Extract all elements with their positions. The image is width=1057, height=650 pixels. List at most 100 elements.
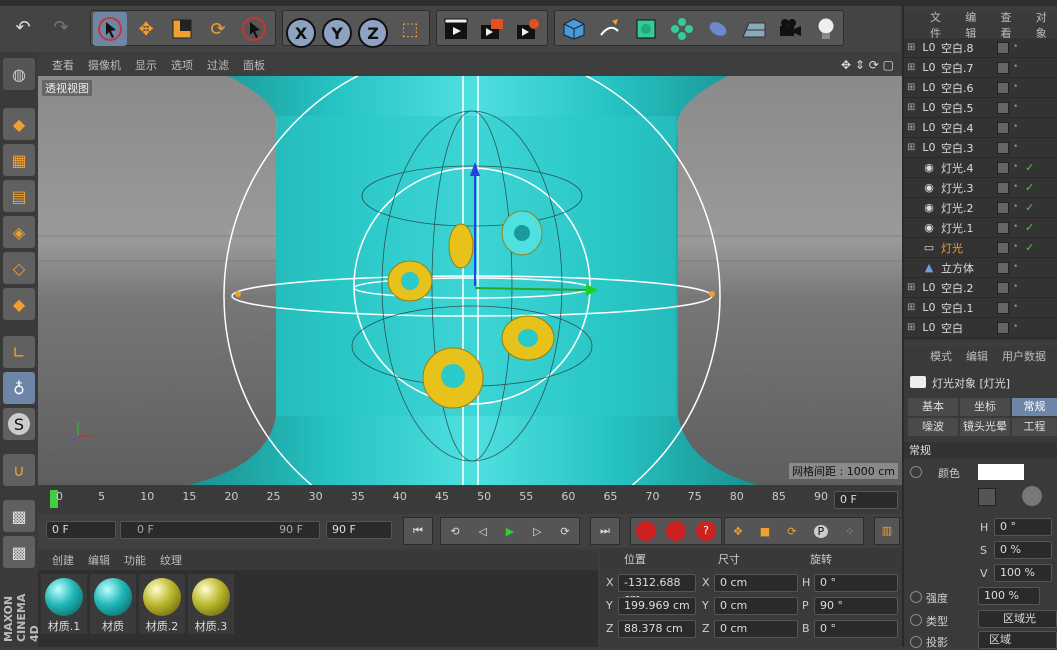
layer-swatch[interactable] [997, 61, 1009, 74]
material-menu-texture[interactable]: 纹理 [160, 552, 182, 568]
visibility-dots[interactable]: • [1013, 183, 1023, 192]
rotation-field[interactable]: 0 ° [814, 574, 898, 592]
object-name[interactable]: 灯光.2 [941, 200, 995, 216]
cloner-button[interactable] [665, 12, 699, 46]
y-axis-lock-button[interactable]: Y [322, 18, 352, 48]
visibility-dots[interactable]: • [1013, 63, 1023, 72]
tab-coords[interactable]: 坐标 [960, 398, 1010, 416]
object-name[interactable]: 灯光.3 [941, 180, 995, 196]
next-frame-icon[interactable]: ▷ [533, 525, 541, 538]
edges-mode-button[interactable]: ◇ [3, 252, 35, 284]
layer-swatch[interactable] [997, 221, 1009, 234]
object-menu-edit[interactable]: 编辑 [965, 9, 986, 41]
visibility-dots[interactable]: • [1013, 203, 1023, 212]
size-field[interactable]: 0 cm [714, 620, 798, 638]
visibility-dots[interactable]: • [1013, 143, 1023, 152]
viewport-menu-filter[interactable]: 过滤 [207, 57, 229, 73]
axis-mode-button[interactable]: ∟ [3, 336, 35, 368]
intensity-field[interactable]: 100 % [978, 587, 1040, 605]
viewport-menu-view[interactable]: 查看 [52, 57, 74, 73]
material-swatch[interactable]: 材质.2 [139, 574, 185, 634]
rotation-field[interactable]: 0 ° [814, 620, 898, 638]
position-field[interactable]: -1312.688 cm [618, 574, 696, 605]
timeline-ruler[interactable]: 0 5 10 15 20 25 30 35 40 45 50 55 60 65 70 75 80 85 90 0 F [38, 486, 902, 514]
color-anim-dot[interactable] [910, 466, 922, 478]
enabled-check-icon[interactable]: ✓ [1025, 201, 1037, 214]
object-menu-view[interactable]: 查看 [1001, 9, 1022, 41]
object-row[interactable]: ◉ 灯光.4 • ✓ [904, 158, 1057, 178]
polygons-mode-button[interactable]: ◆ [3, 288, 35, 320]
camera-button[interactable] [773, 12, 807, 46]
expand-icon[interactable]: ⊞ [907, 82, 921, 93]
layer-swatch[interactable] [997, 141, 1009, 154]
layer-swatch[interactable] [997, 101, 1009, 114]
object-row[interactable]: ⊞ L0 空白 • [904, 318, 1057, 338]
position-field[interactable]: 199.969 cm [618, 597, 696, 615]
object-name[interactable]: 空白 [941, 320, 995, 336]
object-name[interactable]: 灯光.1 [941, 220, 995, 236]
value-field[interactable]: 100 % [994, 564, 1052, 582]
deformer-button[interactable] [701, 12, 735, 46]
layer-swatch[interactable] [997, 161, 1009, 174]
viewport-menu-camera[interactable]: 摄像机 [88, 57, 121, 73]
layer-swatch[interactable] [997, 301, 1009, 314]
visibility-dots[interactable]: • [1013, 263, 1023, 272]
visibility-dots[interactable]: • [1013, 303, 1023, 312]
scale-key-icon[interactable]: ■ [760, 525, 770, 538]
workplane-mode-button[interactable]: ▩ [3, 536, 35, 568]
tab-basic[interactable]: 基本 [908, 398, 958, 416]
object-row[interactable]: ⊞ L0 空白.3 • [904, 138, 1057, 158]
object-menu-file[interactable]: 文件 [930, 9, 951, 41]
object-name[interactable]: 灯光.4 [941, 160, 995, 176]
end-frame-field[interactable]: 90 F [326, 521, 392, 539]
expand-icon[interactable]: ⊞ [907, 282, 921, 293]
expand-icon[interactable]: ⊞ [907, 42, 921, 53]
color-picker-button[interactable] [978, 488, 996, 506]
type-anim-dot[interactable] [910, 614, 922, 626]
layer-swatch[interactable] [997, 181, 1009, 194]
object-row[interactable]: ⊞ L0 空白.4 • [904, 118, 1057, 138]
position-field[interactable]: 88.378 cm [618, 620, 696, 638]
layer-swatch[interactable] [997, 121, 1009, 134]
range-slider[interactable]: 0 F 90 F [120, 521, 320, 539]
tab-noise[interactable]: 噪波 [908, 418, 958, 436]
undo-button[interactable]: ↶ [6, 10, 40, 44]
object-row[interactable]: ⊞ L0 空白.1 • [904, 298, 1057, 318]
scale-tool-button[interactable] [165, 12, 199, 46]
rotation-field[interactable]: 90 ° [814, 597, 898, 615]
rotate-key-icon[interactable]: ⟳ [787, 525, 796, 538]
color-wheel-icon[interactable] [1022, 486, 1042, 506]
snap-button[interactable]: S [3, 408, 35, 440]
viewport-nav-icons[interactable]: ✥ ⇕ ⟳ ▢ [841, 58, 894, 72]
auto-key-icon[interactable] [666, 521, 686, 541]
shadow-dropdown[interactable]: 区域 [978, 631, 1057, 649]
attr-menu-userdata[interactable]: 用户数据 [1002, 348, 1046, 364]
render-picture-button[interactable] [475, 12, 509, 46]
expand-icon[interactable]: ⊞ [907, 122, 921, 133]
enabled-check-icon[interactable]: ✓ [1025, 221, 1037, 234]
cube-button[interactable] [557, 12, 591, 46]
tab-lens-flare[interactable]: 镜头光晕 [960, 418, 1010, 436]
object-name[interactable]: 空白.3 [941, 140, 995, 156]
object-name[interactable]: 空白.6 [941, 80, 995, 96]
prev-key-icon[interactable]: ⟲ [450, 525, 459, 538]
render-view-button[interactable] [439, 12, 473, 46]
material-menu-function[interactable]: 功能 [124, 552, 146, 568]
light-button[interactable] [809, 12, 843, 46]
material-swatch[interactable]: 材质 [90, 574, 136, 634]
layer-swatch[interactable] [997, 261, 1009, 274]
texture-mode-button[interactable]: ▦ [3, 144, 35, 176]
current-frame-field[interactable]: 0 F [834, 491, 898, 509]
coordinate-system-button[interactable]: ⬚ [393, 12, 427, 46]
viewport-menu-options[interactable]: 选项 [171, 57, 193, 73]
tweak-mode-button[interactable]: ♁ [3, 372, 35, 404]
expand-icon[interactable]: ⊞ [907, 322, 921, 333]
next-key-icon[interactable]: ⟳ [560, 525, 569, 538]
select-tool-button[interactable] [93, 12, 127, 46]
object-name[interactable]: 灯光 [941, 240, 995, 256]
object-row[interactable]: ◉ 灯光.3 • ✓ [904, 178, 1057, 198]
enabled-check-icon[interactable]: ✓ [1025, 241, 1037, 254]
magnet-button[interactable]: ∪ [3, 454, 35, 486]
model-mode-button[interactable]: ◆ [3, 108, 35, 140]
z-axis-lock-button[interactable]: Z [358, 18, 388, 48]
